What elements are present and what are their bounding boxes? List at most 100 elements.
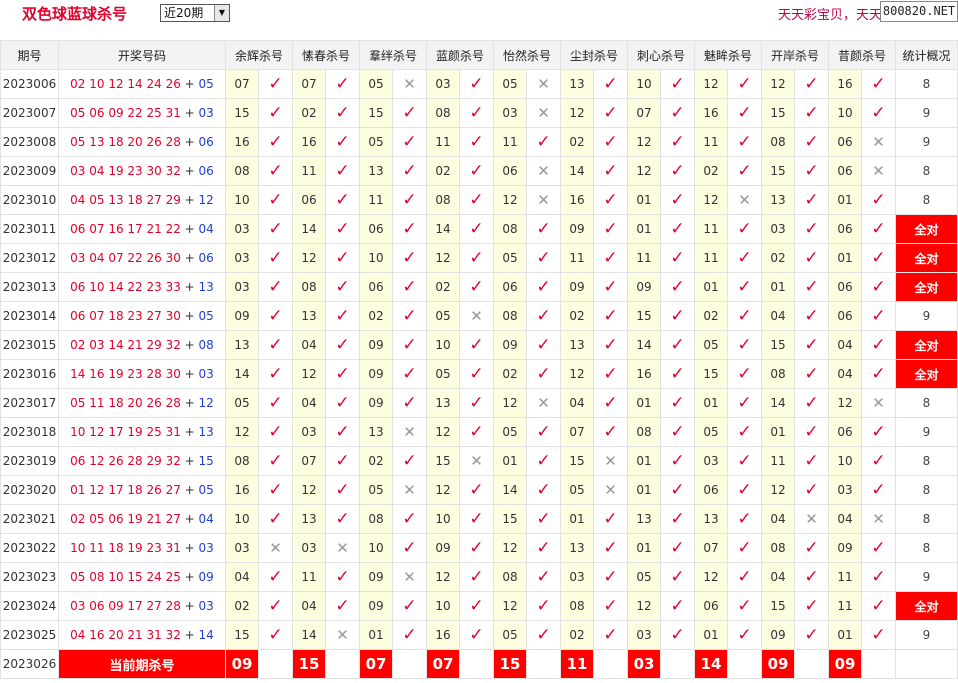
issue-cell: 2023022 (0, 533, 59, 563)
kill-number-cell: 06 (493, 272, 527, 302)
header-expert-10: 昔颜杀号 (828, 40, 896, 70)
blue-ball: 06 (198, 251, 214, 265)
current-row: 2023026 当前期杀号 09 15 07 07 15 11 03 14 09 09 (0, 649, 958, 679)
kill-number-cell: 02 (560, 301, 594, 331)
check-icon: ✓ (593, 243, 628, 273)
kill-number-cell: 09 (493, 330, 527, 360)
red-balls: 03 06 09 17 27 28 (70, 599, 181, 613)
stat-cell: 9 (895, 127, 958, 157)
kill-number-cell: 09 (359, 591, 393, 621)
check-icon: ✓ (660, 69, 695, 99)
red-balls: 06 07 16 17 21 22 (70, 222, 181, 236)
kill-number-cell: 09 (560, 272, 594, 302)
kill-number-cell: 10 (828, 98, 862, 128)
check-icon: ✓ (593, 620, 628, 650)
kill-number-cell: 01 (761, 272, 795, 302)
blue-ball: 15 (198, 454, 214, 468)
check-icon: ✓ (526, 475, 561, 505)
kill-number-cell: 08 (560, 591, 594, 621)
check-icon: ✓ (593, 562, 628, 592)
check-icon: ✓ (727, 156, 762, 186)
table-row: 2023020 01 12 17 18 26 27 + 05 16 ✓ 12 ✓ 05 ✕ 12… (0, 475, 958, 505)
blue-ball: 12 (198, 396, 214, 410)
check-icon: ✓ (593, 214, 628, 244)
kill-number-cell: 13 (560, 330, 594, 360)
kill-number-cell: 05 (493, 620, 527, 650)
site-badge[interactable]: 800820.NET (880, 1, 958, 22)
plus-sign: + (180, 454, 199, 468)
header-expert-5: 怡然杀号 (493, 40, 561, 70)
plus-sign: + (180, 599, 199, 613)
current-blank-cell (459, 649, 494, 679)
plus-sign: + (180, 483, 199, 497)
check-icon: ✓ (794, 185, 829, 215)
check-icon: ✓ (861, 272, 896, 302)
table-row: 2023021 02 05 06 19 21 27 + 04 10 ✓ 13 ✓ 08 ✓ 10… (0, 504, 958, 534)
check-icon: ✓ (794, 417, 829, 447)
issue-cell: 2023015 (0, 330, 59, 360)
check-icon: ✓ (593, 591, 628, 621)
issue-cell: 2023016 (0, 359, 59, 389)
check-icon: ✓ (861, 591, 896, 621)
kill-number-cell: 14 (493, 475, 527, 505)
kill-number-cell: 08 (426, 185, 460, 215)
kill-number-cell: 11 (761, 446, 795, 476)
check-icon: ✓ (660, 388, 695, 418)
check-icon: ✓ (392, 272, 427, 302)
kill-number-cell: 12 (694, 69, 728, 99)
kill-number-cell: 15 (761, 98, 795, 128)
kill-number-cell: 12 (828, 388, 862, 418)
check-icon: ✓ (459, 562, 494, 592)
check-icon: ✓ (392, 214, 427, 244)
check-icon: ✓ (660, 591, 695, 621)
kill-number-cell: 10 (426, 330, 460, 360)
period-select[interactable]: 近20期 ▼ (160, 4, 230, 22)
kill-number-cell: 02 (426, 272, 460, 302)
stat-cell: 8 (895, 388, 958, 418)
kill-number-cell: 14 (426, 214, 460, 244)
check-icon: ✓ (258, 156, 293, 186)
kill-number-cell: 12 (560, 359, 594, 389)
kill-number-cell: 11 (694, 127, 728, 157)
check-icon: ✓ (727, 359, 762, 389)
current-kill-number: 15 (493, 649, 527, 679)
check-icon: ✓ (392, 330, 427, 360)
kill-number-cell: 10 (426, 504, 460, 534)
kill-number-cell: 02 (761, 243, 795, 273)
current-kill-number: 09 (225, 649, 259, 679)
plus-sign: + (180, 541, 199, 555)
top-bar: 双色球蓝球杀号 近20期 ▼ 天天彩宝贝，天天 800820.NET (0, 0, 958, 40)
check-icon: ✓ (459, 591, 494, 621)
kill-number-cell: 08 (426, 98, 460, 128)
blue-ball: 09 (198, 570, 214, 584)
kill-number-cell: 02 (426, 156, 460, 186)
check-icon: ✓ (325, 127, 360, 157)
current-blank-cell (526, 649, 561, 679)
table-row: 2023018 10 12 17 19 25 31 + 13 12 ✓ 03 ✓ 13 ✕ 12… (0, 417, 958, 447)
plus-sign: + (180, 628, 199, 642)
kill-number-cell: 12 (493, 533, 527, 563)
table-row: 2023006 02 10 12 14 24 26 + 05 07 ✓ 07 ✓ 05 ✕ 03… (0, 69, 958, 99)
plus-sign: + (180, 425, 199, 439)
chevron-down-icon[interactable]: ▼ (214, 5, 229, 21)
check-icon: ✓ (727, 330, 762, 360)
table-row: 2023008 05 13 18 20 26 28 + 06 16 ✓ 16 ✓ 05 ✓ 11… (0, 127, 958, 157)
check-icon: ✓ (794, 359, 829, 389)
promo-link[interactable]: 天天彩宝贝，天天 (778, 4, 882, 23)
header-expert-1: 余辉杀号 (225, 40, 293, 70)
blue-ball: 04 (198, 222, 214, 236)
kill-number-cell: 03 (225, 214, 259, 244)
kill-number-cell: 01 (627, 446, 661, 476)
check-icon: ✓ (325, 156, 360, 186)
current-blank-cell (727, 649, 762, 679)
plus-sign: + (180, 396, 199, 410)
plus-sign: + (180, 164, 199, 178)
cross-icon: ✕ (861, 156, 896, 186)
cross-icon: ✕ (526, 69, 561, 99)
current-blank-cell (861, 649, 896, 679)
check-icon: ✓ (459, 272, 494, 302)
check-icon: ✓ (459, 127, 494, 157)
check-icon: ✓ (794, 156, 829, 186)
blue-ball: 06 (198, 164, 214, 178)
check-icon: ✓ (526, 504, 561, 534)
